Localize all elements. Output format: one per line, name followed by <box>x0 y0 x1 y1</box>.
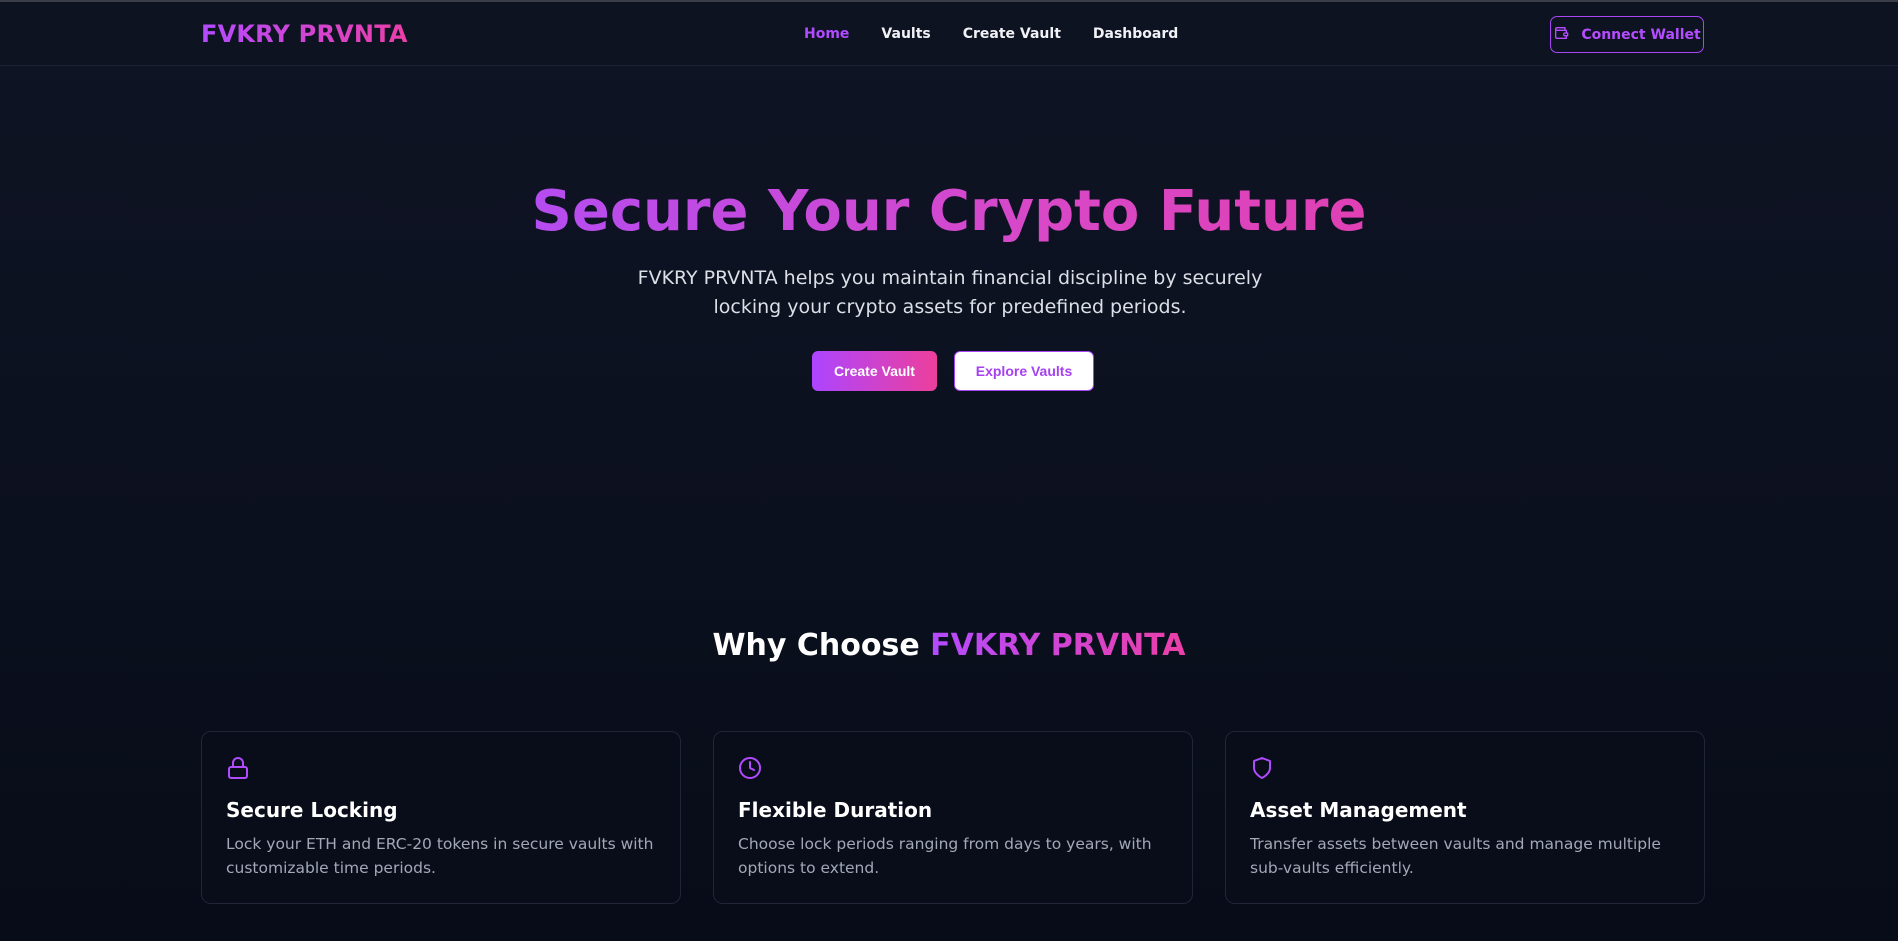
nav-home[interactable]: Home <box>804 26 849 42</box>
create-vault-button[interactable]: Create Vault <box>812 351 937 391</box>
features-heading-brand: FVKRY PRVNTA <box>930 628 1186 663</box>
hero-subtitle: FVKRY PRVNTA helps you maintain financia… <box>637 267 1263 318</box>
lock-icon <box>226 756 250 780</box>
connect-wallet-label: Connect Wallet <box>1581 26 1701 43</box>
feature-cards: Secure Locking Lock your ETH and ERC-20 … <box>201 731 1705 904</box>
feature-title: Secure Locking <box>226 798 398 822</box>
feature-description: Lock your ETH and ERC-20 tokens in secur… <box>226 835 654 877</box>
features-heading: Why Choose FVKRY PRVNTA <box>0 628 1898 663</box>
feature-title: Flexible Duration <box>738 798 933 822</box>
feature-title: Asset Management <box>1250 798 1467 822</box>
feature-description: Transfer assets between vaults and manag… <box>1250 835 1661 877</box>
hero-title: Secure Your Crypto Future <box>531 179 1367 244</box>
clock-icon <box>738 756 762 780</box>
feature-card-flexible-duration: Flexible Duration Choose lock periods ra… <box>713 731 1193 904</box>
explore-vaults-button[interactable]: Explore Vaults <box>954 351 1094 391</box>
shield-icon <box>1250 756 1274 780</box>
brand-logo[interactable]: FVKRY PRVNTA <box>201 20 408 48</box>
feature-card-asset-management: Asset Management Transfer assets between… <box>1225 731 1705 904</box>
nav-vaults[interactable]: Vaults <box>881 26 930 42</box>
features-heading-prefix: Why Choose <box>712 628 931 663</box>
feature-card-secure-locking: Secure Locking Lock your ETH and ERC-20 … <box>201 731 681 904</box>
nav-create-vault[interactable]: Create Vault <box>963 26 1061 42</box>
feature-description: Choose lock periods ranging from days to… <box>738 835 1152 877</box>
hero-actions: Create Vault Explore Vaults <box>812 351 1094 391</box>
nav-dashboard[interactable]: Dashboard <box>1093 26 1178 42</box>
connect-wallet-button[interactable]: Connect Wallet <box>1550 16 1704 53</box>
main-nav: Home Vaults Create Vault Dashboard <box>804 26 1178 42</box>
wallet-icon <box>1553 25 1569 45</box>
top-navbar: FVKRY PRVNTA Home Vaults Create Vault Da… <box>0 2 1898 66</box>
